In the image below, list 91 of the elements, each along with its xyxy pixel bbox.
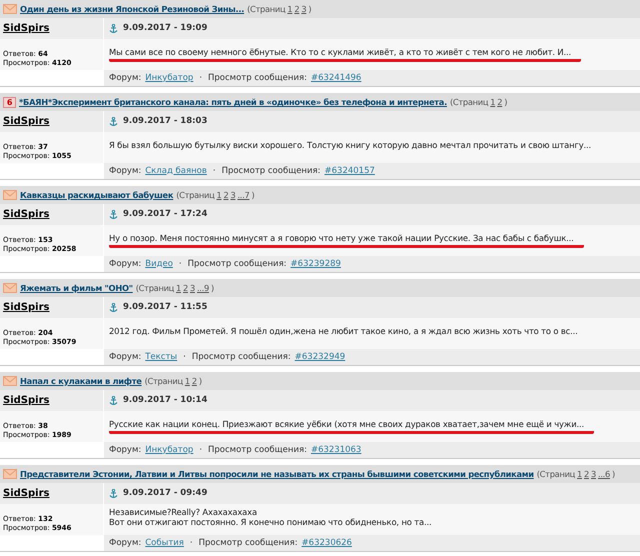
pages-close: ) — [251, 188, 254, 202]
page-link[interactable]: 3 — [301, 2, 306, 16]
post-excerpt: Мы сами все по своему немного ёбнутые. Кто то с куклами живёт, а кто то живёт с тем кого не любит. И... — [109, 47, 582, 62]
pages-label: (Страниц — [450, 96, 488, 108]
page-link[interactable]: ...9 — [196, 282, 209, 294]
topic-link[interactable]: Один день из жизни Японской Резиновой Зины... — [20, 2, 244, 16]
separator-dot: · — [212, 164, 217, 178]
post-excerpt: Ну о позор. Меня постоянно минусят а я говорю что нету уже такой нации Русские. За нас бабы с бабушк... — [109, 233, 584, 248]
page-link[interactable]: 1 — [577, 468, 582, 480]
separator-dot: · — [198, 72, 204, 84]
page-link[interactable]: 3 — [230, 188, 236, 202]
anchor-icon — [109, 116, 118, 126]
topic-link[interactable]: Кавказцы раскидывают бабушек — [20, 188, 174, 202]
separator-dot: · — [188, 536, 194, 550]
forum-label: Форум: — [109, 164, 142, 178]
page-link[interactable]: 2 — [223, 188, 228, 202]
post-excerpt: Я бы взял большую бутылку виски хорошего. Толстую книгу которую давно мечтал прочитать и свою штангу... — [109, 140, 592, 152]
pages-close: ) — [198, 374, 202, 388]
message-link[interactable]: #63231063 — [310, 444, 362, 456]
post-excerpt: Русские как нации конец. Приезжают всякие уёбки (хотя мне своих дураков хватает,зачем мне ещё и чужи... — [109, 419, 594, 434]
anchor-icon — [109, 210, 118, 220]
page-link[interactable]: ...7 — [237, 188, 250, 202]
pages-close: ) — [210, 282, 214, 294]
topic-link[interactable]: Напал с кулаками в лифте — [20, 374, 142, 388]
separator-dot: · — [182, 350, 187, 364]
message-label: Просмотр сообщения: — [188, 258, 287, 270]
post-date: 9.09.2017 - 17:24 — [123, 208, 208, 221]
message-link[interactable]: #63239289 — [290, 258, 341, 270]
message-label: Просмотр сообщения: — [208, 444, 307, 456]
page-link[interactable]: 1 — [184, 374, 190, 388]
forum-label: Форум: — [109, 258, 142, 270]
forum-link[interactable]: Инкубатор — [145, 444, 194, 456]
pages-label: (Страниц — [176, 188, 214, 202]
envelope-icon — [3, 469, 17, 479]
pages-label: (Страниц — [136, 282, 174, 294]
anchor-icon — [109, 302, 118, 312]
notification-badge: 6 — [3, 96, 16, 108]
post-date: 9.09.2017 - 11:55 — [123, 301, 208, 314]
forum-label: Форум: — [109, 536, 142, 550]
envelope-icon — [3, 283, 17, 293]
anchor-icon — [109, 24, 118, 34]
post-excerpt: Независимые?Really? Ахахахахаха Вот они отжигают постоянно. Я конечно понимаю что обидненько, но та... — [109, 507, 432, 529]
pages-label: (Страниц — [144, 374, 183, 388]
post-date: 9.09.2017 - 09:49 — [123, 487, 208, 500]
separator-dot: · — [178, 258, 183, 270]
forum-label: Форум: — [109, 444, 142, 456]
forum-label: Форум: — [109, 72, 142, 84]
envelope-icon — [3, 4, 17, 14]
page-link[interactable]: 2 — [584, 468, 589, 480]
post-excerpt: 2012 год. Фильм Прометей. Я пошёл один,жена не любит такое кино, а я ждал всю жизнь хоть что то о вс... — [109, 326, 579, 338]
anchor-icon — [109, 396, 118, 406]
post-date: 9.09.2017 - 19:09 — [123, 22, 208, 35]
page-link[interactable]: 2 — [183, 282, 188, 294]
page-link[interactable]: 2 — [497, 96, 502, 108]
forum-label: Форум: — [109, 350, 142, 364]
page-link[interactable]: 2 — [192, 374, 197, 388]
forum-link[interactable]: Тексты — [145, 350, 178, 364]
topic-link[interactable]: Яжемать и фильм "ОНО" — [20, 282, 133, 294]
page-link[interactable]: 2 — [294, 2, 300, 16]
forum-link[interactable]: События — [145, 536, 184, 550]
pages-close: ) — [308, 2, 312, 16]
forum-link[interactable]: Видео — [145, 258, 173, 270]
page-link[interactable]: 1 — [216, 188, 222, 202]
page-link[interactable]: 3 — [591, 468, 596, 480]
anchor-icon — [109, 488, 118, 498]
envelope-icon — [3, 376, 17, 386]
separator-dot: · — [198, 444, 204, 456]
topic-link[interactable]: *БАЯН*Эксперимент британского канала: пять дней в «одиночке» без телефона и интернета. — [19, 96, 447, 108]
post-date: 9.09.2017 - 10:14 — [123, 394, 208, 407]
message-link[interactable]: #63232949 — [294, 350, 346, 364]
message-link[interactable]: #63240157 — [324, 164, 375, 178]
message-label: Просмотр сообщения: — [192, 350, 291, 364]
page-link[interactable]: 1 — [287, 2, 292, 16]
pages-close: ) — [612, 468, 615, 480]
message-label: Просмотр сообщения: — [208, 72, 307, 84]
post-date: 9.09.2017 - 18:03 — [123, 115, 208, 128]
page-link[interactable]: 3 — [190, 282, 195, 294]
envelope-icon — [3, 190, 17, 200]
pages-label: (Страниц — [536, 468, 576, 480]
page-link[interactable]: ...6 — [598, 468, 610, 480]
page-link[interactable]: 1 — [176, 282, 181, 294]
page-link[interactable]: 1 — [490, 96, 496, 108]
forum-link[interactable]: Склад баянов — [145, 164, 207, 178]
pages-close: ) — [504, 96, 508, 108]
forum-link[interactable]: Инкубатор — [145, 72, 194, 84]
pages-label: (Страниц — [247, 2, 286, 16]
topic-link[interactable]: Представители Эстонии, Латвии и Литвы попросили не называть их страны бывшими советскими республиками — [20, 468, 534, 480]
message-label: Просмотр сообщения: — [198, 536, 298, 550]
message-link[interactable]: #63230626 — [302, 536, 352, 550]
message-link[interactable]: #63241496 — [310, 72, 362, 84]
message-label: Просмотр сообщения: — [222, 164, 320, 178]
